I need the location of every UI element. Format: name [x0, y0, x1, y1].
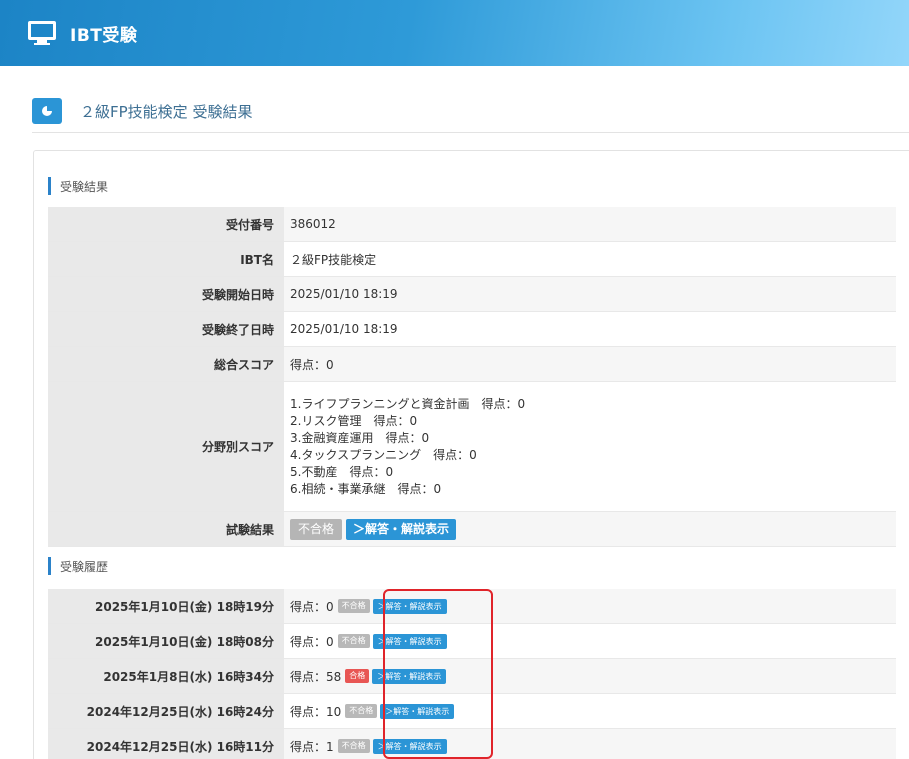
- results-row: 総合スコア 得点：0: [48, 347, 896, 382]
- history-show-answers-button[interactable]: ＞解答・解説表示: [372, 633, 447, 649]
- result-status-badge: 不合格: [290, 518, 343, 540]
- results-table: 受付番号 386012 IBT名 ２級FP技能検定 受験開始日時 2025/01…: [48, 207, 896, 547]
- page-header: ２級FP技能検定 受験結果: [32, 98, 252, 124]
- history-row: 2024年12月25日(水) 16時11分 得点：1 不合格 ＞解答・解説表示: [48, 729, 896, 759]
- page-title: ２級FP技能検定 受験結果: [80, 102, 253, 121]
- results-value: 2025/01/10 18:19: [284, 312, 896, 346]
- history-show-answers-button[interactable]: ＞解答・解説表示: [372, 738, 447, 754]
- results-row: 受付番号 386012: [48, 207, 896, 242]
- results-key: 受験終了日時: [48, 312, 284, 346]
- history-show-answers-button[interactable]: ＞解答・解説表示: [380, 703, 455, 719]
- results-value: 386012: [284, 207, 896, 241]
- history-score: 得点：1: [290, 739, 334, 754]
- results-value: 得点：0: [284, 347, 896, 381]
- section-marker: [48, 557, 51, 575]
- history-table: 2025年1月10日(金) 18時19分 得点：0 不合格 ＞解答・解説表示 2…: [48, 589, 896, 759]
- app-title: IBT受験: [70, 25, 138, 46]
- show-answers-button[interactable]: ＞解答・解説表示: [346, 518, 457, 540]
- category-score-item: 1.ライフプランニングと資金計画 得点：0: [290, 396, 526, 411]
- pie-chart-icon: [32, 98, 62, 124]
- history-row: 2025年1月8日(水) 16時34分 得点：58 合格 ＞解答・解説表示: [48, 659, 896, 694]
- history-datetime: 2025年1月10日(金) 18時08分: [48, 624, 284, 658]
- category-score-item: 6.相続・事業承継 得点：0: [290, 481, 442, 496]
- exam-result-label: 試験結果: [48, 512, 284, 546]
- section-marker: [48, 177, 51, 195]
- history-score: 得点：0: [290, 634, 334, 649]
- results-key: 受験開始日時: [48, 277, 284, 311]
- history-status-badge: 不合格: [337, 634, 370, 648]
- monitor-icon: [28, 21, 56, 45]
- history-row: 2025年1月10日(金) 18時19分 得点：0 不合格 ＞解答・解説表示: [48, 589, 896, 624]
- exam-result-row: 試験結果 不合格 ＞解答・解説表示: [48, 512, 896, 547]
- category-score-row: 分野別スコア 1.ライフプランニングと資金計画 得点：0 2.リスク管理 得点：…: [48, 382, 896, 512]
- history-status-badge: 不合格: [345, 704, 378, 718]
- history-row: 2024年12月25日(水) 16時24分 得点：10 不合格 ＞解答・解説表示: [48, 694, 896, 729]
- results-key: 総合スコア: [48, 347, 284, 381]
- category-score-list: 1.ライフプランニングと資金計画 得点：0 2.リスク管理 得点：0 3.金融資…: [290, 387, 525, 507]
- results-row: 受験終了日時 2025/01/10 18:19: [48, 312, 896, 347]
- results-key: 受付番号: [48, 207, 284, 241]
- history-status-badge: 合格: [345, 669, 370, 683]
- history-datetime: 2024年12月25日(水) 16時24分: [48, 694, 284, 728]
- results-row: 受験開始日時 2025/01/10 18:19: [48, 277, 896, 312]
- category-score-item: 3.金融資産運用 得点：0: [290, 430, 430, 445]
- history-show-answers-button[interactable]: ＞解答・解説表示: [372, 598, 447, 614]
- history-section-label: 受験履歴: [48, 557, 108, 575]
- category-score-label: 分野別スコア: [48, 382, 284, 511]
- results-key: IBT名: [48, 242, 284, 276]
- history-datetime: 2025年1月10日(金) 18時19分: [48, 589, 284, 623]
- history-status-badge: 不合格: [337, 739, 370, 753]
- history-status-badge: 不合格: [337, 599, 370, 613]
- history-datetime: 2025年1月8日(水) 16時34分: [48, 659, 284, 693]
- header-divider: [32, 132, 909, 133]
- results-value: 2025/01/10 18:19: [284, 277, 896, 311]
- top-bar: IBT受験: [0, 0, 909, 66]
- results-row: IBT名 ２級FP技能検定: [48, 242, 896, 277]
- history-score: 得点：10: [290, 704, 342, 719]
- category-score-item: 5.不動産 得点：0: [290, 464, 394, 479]
- history-show-answers-button[interactable]: ＞解答・解説表示: [372, 668, 447, 684]
- results-value: ２級FP技能検定: [284, 242, 896, 276]
- results-section-label: 受験結果: [48, 177, 108, 195]
- history-score: 得点：0: [290, 599, 334, 614]
- history-datetime: 2024年12月25日(水) 16時11分: [48, 729, 284, 759]
- history-score: 得点：58: [290, 669, 342, 684]
- history-row: 2025年1月10日(金) 18時08分 得点：0 不合格 ＞解答・解説表示: [48, 624, 896, 659]
- category-score-item: 2.リスク管理 得点：0: [290, 413, 418, 428]
- category-score-item: 4.タックスプランニング 得点：0: [290, 447, 477, 462]
